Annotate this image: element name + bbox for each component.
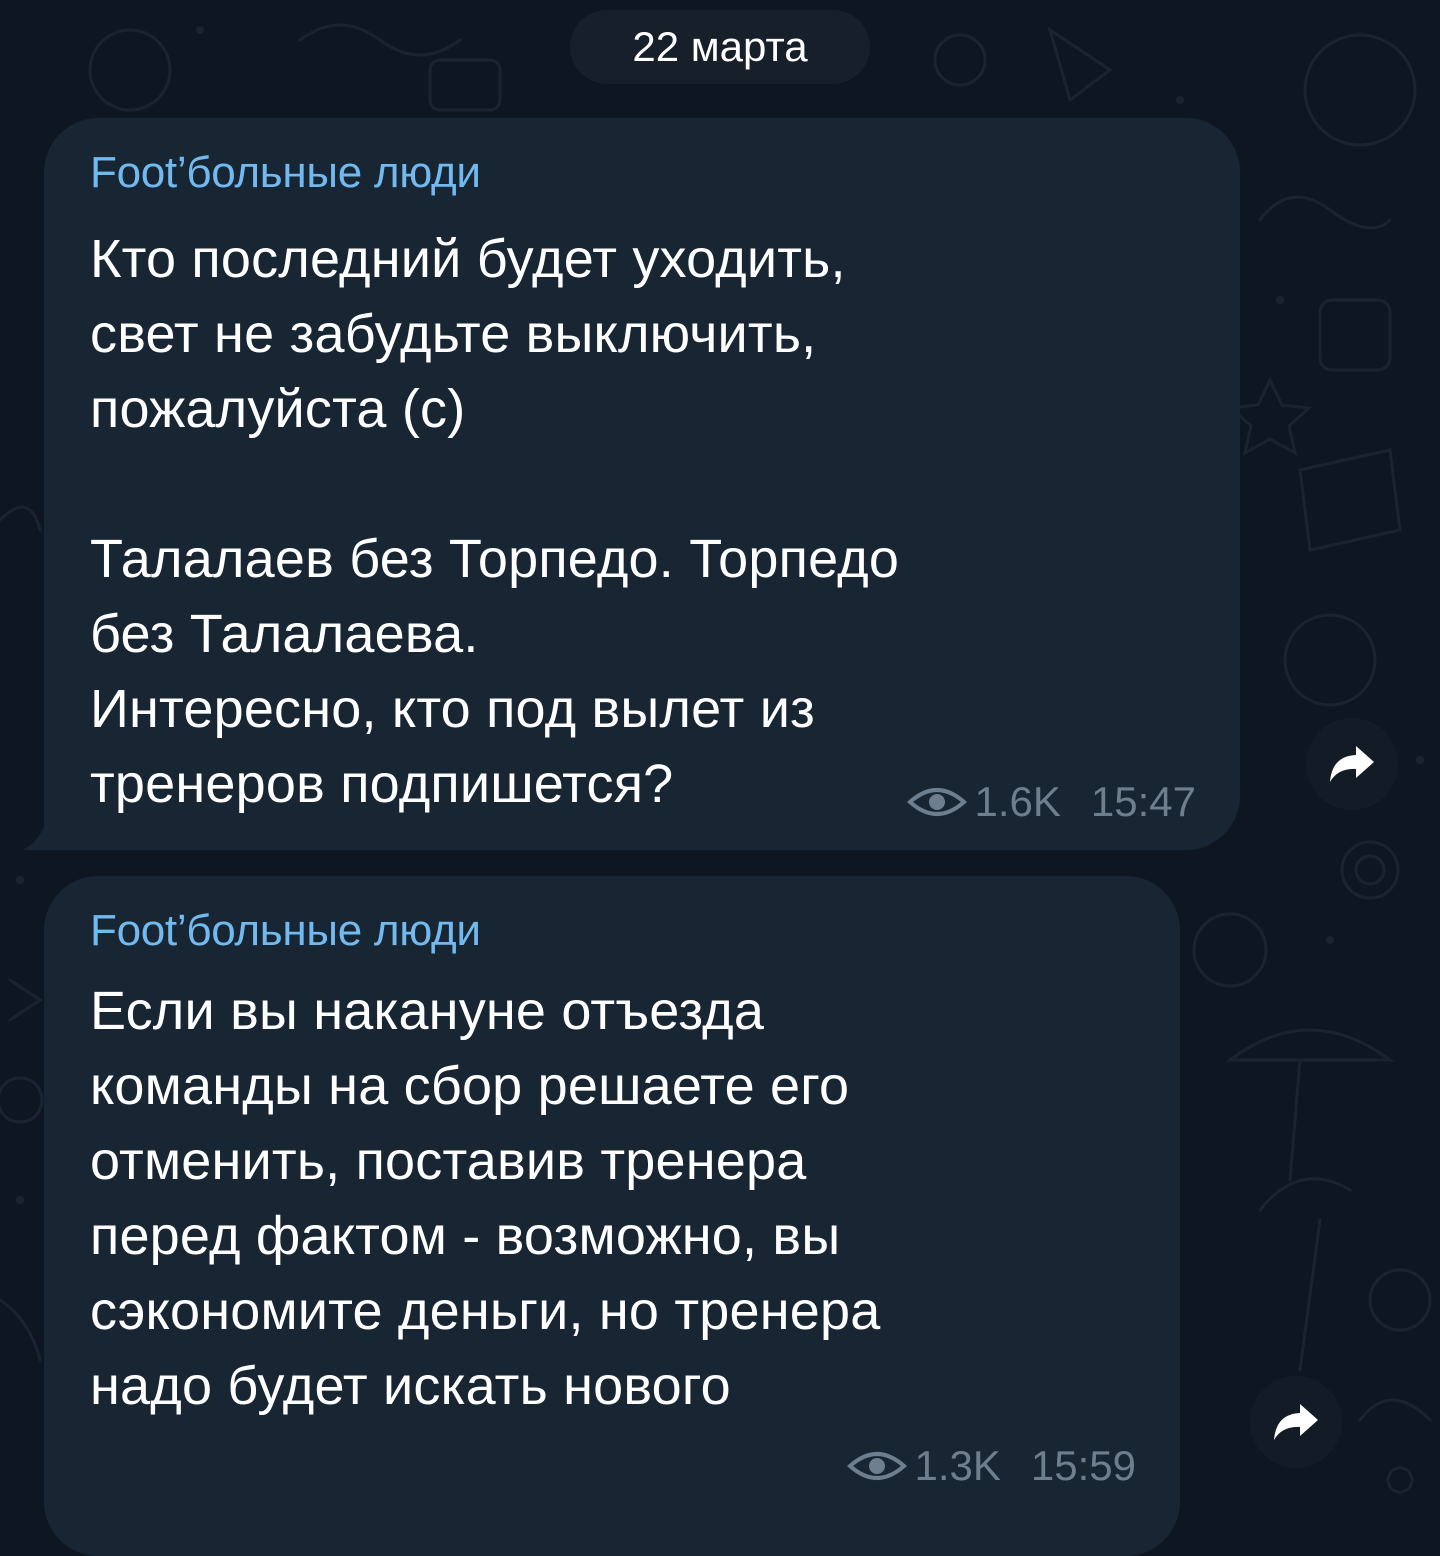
message-time: 15:59 [1030, 1442, 1136, 1489]
message-line [90, 447, 899, 522]
message-text: Кто последний будет уходить, свет не заб… [90, 222, 899, 822]
message-meta: 1.3K 15:59 [846, 1442, 1136, 1490]
message-line: перед фактом - возможно, вы [90, 1206, 841, 1266]
message-line: тренеров подпишется? [90, 754, 674, 814]
eye-icon [907, 788, 968, 816]
message-line: свет не забудьте выключить, [90, 304, 817, 364]
message-time: 15:47 [1090, 778, 1196, 825]
message-line: надо будет искать нового [90, 1356, 731, 1416]
message-bubble[interactable]: Foot’больные люди Если вы накануне отъез… [44, 876, 1180, 1556]
share-button[interactable] [1250, 1376, 1342, 1468]
share-arrow-icon [1274, 1404, 1318, 1440]
message-line: пожалуйста (с) [90, 379, 466, 439]
view-count: 1.6K [974, 778, 1061, 825]
view-count: 1.3K [914, 1442, 1001, 1489]
sender-name[interactable]: Foot’больные люди [90, 148, 481, 198]
message-line: сэкономите деньги, но тренера [90, 1281, 881, 1341]
message-line: Интересно, кто под вылет из [90, 679, 816, 739]
bubble-tail [22, 820, 46, 850]
message-line: Талалаев без Торпедо. Торпедо [90, 529, 900, 589]
message-meta: 1.6K 15:47 [906, 778, 1196, 826]
eye-icon [847, 1452, 908, 1480]
share-button[interactable] [1306, 718, 1398, 810]
message-line: команды на сбор решаете его [90, 1056, 850, 1116]
message-bubble[interactable]: Foot’больные люди Кто последний будет ух… [44, 118, 1240, 850]
message-line: Кто последний будет уходить, [90, 229, 846, 289]
sender-name[interactable]: Foot’больные люди [90, 906, 481, 956]
message-text: Если вы накануне отъезда команды на сбор… [90, 974, 880, 1424]
message-line: отменить, поставив тренера [90, 1131, 807, 1191]
date-separator: 22 марта [570, 10, 870, 84]
share-arrow-icon [1330, 746, 1374, 782]
message-line: Если вы накануне отъезда [90, 981, 765, 1041]
message-line: без Талалаева. [90, 604, 479, 664]
